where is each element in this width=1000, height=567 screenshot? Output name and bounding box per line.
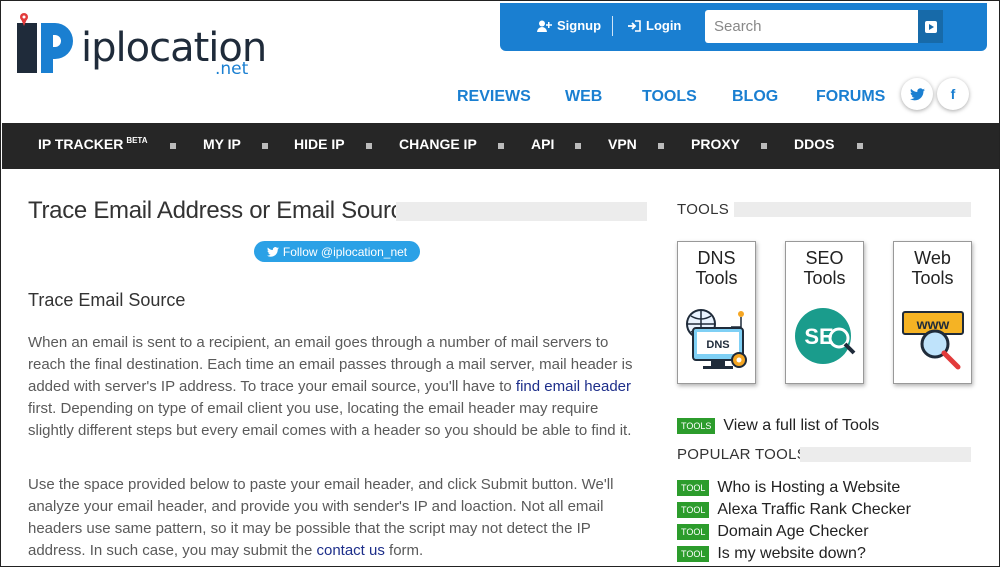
- nav-separator: [498, 143, 504, 149]
- popular-tool-row[interactable]: TOOL Alexa Traffic Rank Checker: [677, 501, 911, 519]
- nav-separator: [658, 143, 664, 149]
- search-input[interactable]: [705, 10, 943, 43]
- page-title: Trace Email Address or Email Source: [28, 197, 416, 224]
- card-line2: Tools: [695, 268, 738, 288]
- dns-tools-card[interactable]: DNS Tools DNS: [677, 241, 756, 384]
- twitter-icon: [266, 246, 279, 257]
- intro-paragraph: When an email is sent to a recipient, an…: [28, 332, 648, 442]
- popular-tool-row[interactable]: TOOL Is my website down?: [677, 545, 866, 563]
- tool-tag: TOOL: [677, 502, 710, 518]
- tools-tag: TOOLS: [677, 418, 716, 434]
- nav-vpn[interactable]: VPN: [608, 136, 637, 152]
- beta-badge: BETA: [126, 136, 148, 146]
- full-tools-list-link[interactable]: View a full list of Tools: [723, 417, 879, 435]
- divider: [612, 16, 613, 36]
- nav-separator: [575, 143, 581, 149]
- facebook-icon: f: [950, 86, 956, 102]
- nav-separator: [857, 143, 863, 149]
- play-arrow-icon: [924, 20, 937, 33]
- ip-tracker-label: IP TRACKER: [38, 136, 124, 152]
- nav-change-ip[interactable]: CHANGE IP: [399, 136, 477, 152]
- popular-tools-heading: POPULAR TOOLS: [677, 446, 808, 463]
- nav-reviews[interactable]: REVIEWS: [457, 88, 531, 106]
- login-label: Login: [646, 18, 682, 33]
- tool-tag: TOOL: [677, 480, 710, 496]
- card-line2: Tools: [911, 268, 954, 288]
- section-heading: Trace Email Source: [28, 290, 186, 310]
- intro-text-end: first. Depending on type of email client…: [28, 400, 632, 439]
- logo-badge-icon: [17, 13, 73, 73]
- svg-text:www: www: [916, 316, 950, 332]
- twitter-icon: [909, 87, 925, 100]
- popular-tool-row[interactable]: TOOL Domain Age Checker: [677, 523, 869, 541]
- follow-label: Follow @iplocation_net: [282, 244, 408, 259]
- nav-hide-ip[interactable]: HIDE IP: [294, 136, 345, 152]
- login-link[interactable]: Login: [628, 18, 681, 33]
- dns-server-icon: DNS: [686, 309, 747, 369]
- card-line2: Tools: [803, 268, 846, 288]
- tools-heading: TOOLS: [677, 201, 730, 218]
- logo-tld: .net: [215, 59, 249, 79]
- popular-tool-row[interactable]: TOOL Who is Hosting a Website: [677, 479, 900, 497]
- tool-tag: TOOL: [677, 546, 710, 562]
- nav-forums[interactable]: FORUMS: [816, 88, 885, 106]
- nav-separator: [262, 143, 268, 149]
- add-user-icon: [537, 20, 552, 32]
- nav-api[interactable]: API: [531, 136, 554, 152]
- popular-tool-link[interactable]: Domain Age Checker: [717, 523, 868, 541]
- tools-heading-bar: [734, 202, 971, 217]
- instructions-text-end: form.: [384, 542, 424, 559]
- seo-magnifier-icon: SE: [795, 308, 856, 364]
- nav-ip-tracker[interactable]: IP TRACKER BETA: [38, 136, 148, 152]
- twitter-button[interactable]: [901, 78, 933, 110]
- top-bar: Signup Login: [500, 3, 987, 51]
- card-line1: Web: [914, 248, 951, 268]
- card-title: SEO Tools: [786, 248, 863, 288]
- seo-tools-card[interactable]: SEO Tools SE: [785, 241, 864, 384]
- nav-separator: [761, 143, 767, 149]
- full-tools-list-row[interactable]: TOOLS View a full list of Tools: [677, 417, 879, 435]
- contact-us-link[interactable]: contact us: [316, 542, 384, 559]
- instructions-paragraph: Use the space provided below to paste yo…: [28, 474, 648, 562]
- nav-web[interactable]: WEB: [565, 88, 602, 106]
- svg-text:DNS: DNS: [706, 339, 729, 351]
- title-divider: [396, 202, 647, 221]
- card-title: Web Tools: [894, 248, 971, 288]
- main-nav: IP TRACKER BETA MY IP HIDE IP CHANGE IP A…: [2, 123, 999, 169]
- nav-separator: [366, 143, 372, 149]
- card-line1: DNS: [697, 248, 736, 268]
- nav-my-ip[interactable]: MY IP: [203, 136, 241, 152]
- site-logo[interactable]: iplocation .net: [17, 11, 267, 81]
- web-tools-card[interactable]: Web Tools www: [893, 241, 972, 384]
- www-magnifier-icon: www: [902, 311, 964, 370]
- nav-ddos[interactable]: DDOS: [794, 136, 834, 152]
- nav-tools[interactable]: TOOLS: [642, 88, 697, 106]
- popular-tool-link[interactable]: Who is Hosting a Website: [717, 479, 900, 497]
- tool-tag: TOOL: [677, 524, 710, 540]
- signup-label: Signup: [557, 18, 602, 33]
- card-title: DNS Tools: [678, 248, 755, 288]
- nav-proxy[interactable]: PROXY: [691, 136, 740, 152]
- find-email-header-link[interactable]: find email header: [516, 378, 631, 395]
- popular-tool-link[interactable]: Alexa Traffic Rank Checker: [717, 501, 911, 519]
- nav-blog[interactable]: BLOG: [732, 88, 778, 106]
- twitter-follow-button[interactable]: Follow @iplocation_net: [254, 241, 420, 262]
- popular-heading-bar: [800, 447, 971, 462]
- card-line1: SEO: [805, 248, 844, 268]
- popular-tool-link[interactable]: Is my website down?: [717, 545, 866, 563]
- search-button[interactable]: [918, 10, 943, 43]
- facebook-button[interactable]: f: [937, 78, 969, 110]
- nav-separator: [170, 143, 176, 149]
- signup-link[interactable]: Signup: [537, 18, 601, 33]
- sign-in-icon: [628, 19, 641, 32]
